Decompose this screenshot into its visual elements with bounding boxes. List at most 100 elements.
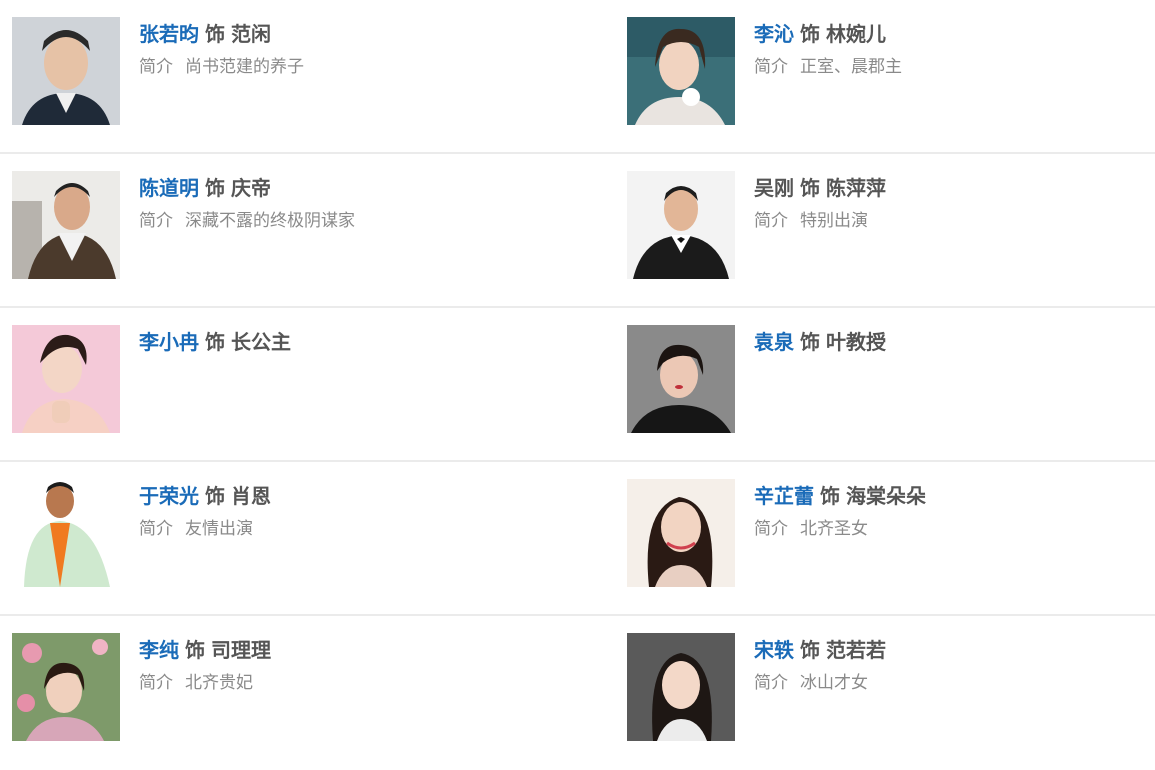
actor-photo[interactable] <box>627 17 735 125</box>
intro-text: 北齐贵妃 <box>185 673 253 693</box>
intro-line: 简介 北齐圣女 <box>754 517 1144 541</box>
intro-line: 简介 特别出演 <box>754 209 1144 233</box>
actor-photo[interactable] <box>12 17 120 125</box>
role-name: 林婉儿 <box>826 22 886 46</box>
cast-info: 李沁饰林婉儿 简介 正室、晨郡主 <box>754 20 1144 79</box>
cast-info: 袁泉饰叶教授 <box>754 328 1144 356</box>
cast-title: 于荣光饰肖恩 <box>139 482 529 510</box>
intro-text: 冰山才女 <box>800 673 868 693</box>
actor-photo[interactable] <box>12 633 120 741</box>
cast-card: 吴刚饰陈萍萍 简介 特别出演 <box>627 171 1147 279</box>
cast-card: 于荣光饰肖恩 简介 友情出演 <box>12 479 532 587</box>
intro-text: 深藏不露的终极阴谋家 <box>185 211 355 231</box>
cast-info: 李小冉饰长公主 <box>139 328 529 356</box>
as-word: 饰 <box>205 176 225 200</box>
cast-info: 于荣光饰肖恩 简介 友情出演 <box>139 482 529 541</box>
as-word: 饰 <box>185 638 205 662</box>
cast-title: 李小冉饰长公主 <box>139 328 529 356</box>
actor-photo[interactable] <box>627 171 735 279</box>
role-name: 范若若 <box>826 638 886 662</box>
actor-name-link[interactable]: 辛芷蕾 <box>754 484 814 508</box>
cast-row: 李纯饰司理理 简介 北齐贵妃 宋轶饰范若若 简介 冰山才女 <box>0 616 1155 770</box>
cast-row: 陈道明饰庆帝 简介 深藏不露的终极阴谋家 吴刚饰陈萍萍 简介 特别出演 <box>0 154 1155 308</box>
role-name: 叶教授 <box>826 330 886 354</box>
intro-line: 简介 尚书范建的养子 <box>139 55 529 79</box>
as-word: 饰 <box>800 176 820 200</box>
cast-card: 李小冉饰长公主 <box>12 325 532 433</box>
as-word: 饰 <box>205 22 225 46</box>
actor-name-link[interactable]: 张若昀 <box>139 22 199 46</box>
role-name: 庆帝 <box>231 176 271 200</box>
actor-photo[interactable] <box>12 325 120 433</box>
cast-card: 辛芷蕾饰海棠朵朵 简介 北齐圣女 <box>627 479 1147 587</box>
cast-info: 陈道明饰庆帝 简介 深藏不露的终极阴谋家 <box>139 174 529 233</box>
cast-row: 张若昀饰范闲 简介 尚书范建的养子 李沁饰林婉儿 简介 正室、晨郡主 <box>0 0 1155 154</box>
cast-card: 李纯饰司理理 简介 北齐贵妃 <box>12 633 532 741</box>
role-name: 海棠朵朵 <box>846 484 926 508</box>
cast-card: 李沁饰林婉儿 简介 正室、晨郡主 <box>627 17 1147 125</box>
intro-label: 简介 <box>139 519 173 539</box>
actor-photo[interactable] <box>627 633 735 741</box>
cast-info: 张若昀饰范闲 简介 尚书范建的养子 <box>139 20 529 79</box>
intro-line: 简介 友情出演 <box>139 517 529 541</box>
as-word: 饰 <box>800 22 820 46</box>
role-name: 长公主 <box>231 330 291 354</box>
actor-name: 吴刚 <box>754 176 794 200</box>
intro-line: 简介 深藏不露的终极阴谋家 <box>139 209 529 233</box>
intro-text: 北齐圣女 <box>800 519 868 539</box>
intro-line: 简介 北齐贵妃 <box>139 671 529 695</box>
actor-name-link[interactable]: 于荣光 <box>139 484 199 508</box>
cast-row: 李小冉饰长公主 袁泉饰叶教授 <box>0 308 1155 462</box>
actor-name-link[interactable]: 李小冉 <box>139 330 199 354</box>
actor-photo[interactable] <box>12 479 120 587</box>
intro-label: 简介 <box>139 673 173 693</box>
cast-list: 张若昀饰范闲 简介 尚书范建的养子 李沁饰林婉儿 简介 正室、晨郡主 陈道明 饰… <box>0 0 1155 770</box>
cast-info: 李纯饰司理理 简介 北齐贵妃 <box>139 636 529 695</box>
intro-text: 尚书范建的养子 <box>185 57 304 77</box>
cast-card: 张若昀饰范闲 简介 尚书范建的养子 <box>12 17 532 125</box>
as-word: 饰 <box>205 330 225 354</box>
cast-title: 辛芷蕾饰海棠朵朵 <box>754 482 1144 510</box>
cast-title: 李纯饰司理理 <box>139 636 529 664</box>
intro-line: 简介 冰山才女 <box>754 671 1144 695</box>
cast-row: 于荣光饰肖恩 简介 友情出演 辛芷蕾饰海棠朵朵 简介 北齐圣女 <box>0 462 1155 616</box>
intro-text: 友情出演 <box>185 519 253 539</box>
as-word: 饰 <box>820 484 840 508</box>
intro-line: 简介 正室、晨郡主 <box>754 55 1144 79</box>
cast-card: 宋轶饰范若若 简介 冰山才女 <box>627 633 1147 741</box>
cast-info: 辛芷蕾饰海棠朵朵 简介 北齐圣女 <box>754 482 1144 541</box>
cast-title: 张若昀饰范闲 <box>139 20 529 48</box>
cast-title: 吴刚饰陈萍萍 <box>754 174 1144 202</box>
role-name: 范闲 <box>231 22 271 46</box>
intro-label: 简介 <box>139 57 173 77</box>
as-word: 饰 <box>800 638 820 662</box>
intro-label: 简介 <box>754 57 788 77</box>
actor-photo[interactable] <box>627 325 735 433</box>
actor-name-link[interactable]: 袁泉 <box>754 330 794 354</box>
cast-title: 陈道明饰庆帝 <box>139 174 529 202</box>
actor-name-link[interactable]: 陈道明 <box>139 176 199 200</box>
cast-title: 李沁饰林婉儿 <box>754 20 1144 48</box>
intro-label: 简介 <box>754 519 788 539</box>
cast-title: 袁泉饰叶教授 <box>754 328 1144 356</box>
intro-label: 简介 <box>754 211 788 231</box>
cast-info: 吴刚饰陈萍萍 简介 特别出演 <box>754 174 1144 233</box>
cast-info: 宋轶饰范若若 简介 冰山才女 <box>754 636 1144 695</box>
as-word: 饰 <box>800 330 820 354</box>
as-word: 饰 <box>205 484 225 508</box>
role-name: 陈萍萍 <box>826 176 886 200</box>
intro-text: 正室、晨郡主 <box>800 57 902 77</box>
intro-label: 简介 <box>139 211 173 231</box>
cast-card: 袁泉饰叶教授 <box>627 325 1147 433</box>
cast-title: 宋轶饰范若若 <box>754 636 1144 664</box>
actor-name-link[interactable]: 李纯 <box>139 638 179 662</box>
actor-name-link[interactable]: 宋轶 <box>754 638 794 662</box>
intro-text: 特别出演 <box>800 211 868 231</box>
actor-photo[interactable] <box>12 171 120 279</box>
role-name: 肖恩 <box>231 484 271 508</box>
cast-card: 陈道明饰庆帝 简介 深藏不露的终极阴谋家 <box>12 171 532 279</box>
intro-label: 简介 <box>754 673 788 693</box>
role-name: 司理理 <box>211 638 271 662</box>
actor-photo[interactable] <box>627 479 735 587</box>
actor-name-link[interactable]: 李沁 <box>754 22 794 46</box>
